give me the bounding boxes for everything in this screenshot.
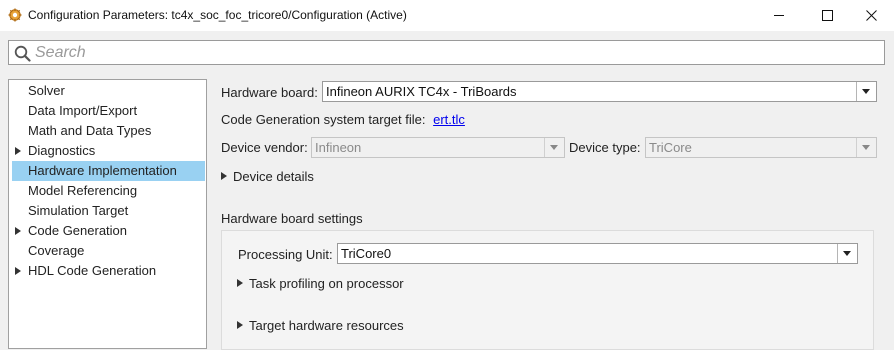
tree-item-label: Math and Data Types — [28, 123, 152, 138]
device-type-label: Device type: — [569, 140, 641, 155]
search-box[interactable] — [8, 40, 885, 65]
task-profiling-expander[interactable]: Task profiling on processor — [237, 276, 404, 291]
processing-unit-label: Processing Unit: — [238, 247, 333, 262]
device-details-expander[interactable]: Device details — [221, 169, 314, 184]
category-tree: Solver Data Import/Export Math and Data … — [8, 79, 207, 349]
expand-arrow-icon — [237, 321, 243, 329]
target-file-link[interactable]: ert.tlc — [433, 112, 465, 127]
expand-arrow-icon — [221, 172, 227, 180]
tree-item-solver[interactable]: Solver — [12, 81, 205, 101]
expand-arrow-icon — [237, 279, 243, 287]
target-file-label-text: Code Generation system target file: — [221, 112, 426, 127]
tree-item-data-import-export[interactable]: Data Import/Export — [12, 101, 205, 121]
board-settings-title: Hardware board settings — [221, 211, 363, 226]
tree-item-code-generation[interactable]: Code Generation — [12, 221, 205, 241]
device-vendor-value: Infineon — [315, 140, 362, 155]
hardware-board-value: Infineon AURIX TC4x - TriBoards — [326, 84, 517, 99]
search-input[interactable] — [35, 42, 875, 63]
tree-item-math-and-data-types[interactable]: Math and Data Types — [12, 121, 205, 141]
chevron-down-icon[interactable] — [837, 244, 857, 263]
tree-item-label: Hardware Implementation — [28, 163, 177, 178]
tree-item-label: Data Import/Export — [28, 103, 138, 118]
tree-item-coverage[interactable]: Coverage — [12, 241, 205, 261]
target-file-label: Code Generation system target file: ert.… — [221, 112, 465, 127]
tree-item-label: Simulation Target — [28, 203, 129, 218]
window-title: Configuration Parameters: tc4x_soc_foc_t… — [28, 8, 407, 22]
target-resources-label: Target hardware resources — [249, 318, 404, 333]
maximize-icon — [821, 10, 833, 21]
tree-item-simulation-target[interactable]: Simulation Target — [12, 201, 205, 221]
tree-item-model-referencing[interactable]: Model Referencing — [12, 181, 205, 201]
chevron-down-icon[interactable] — [544, 138, 564, 157]
expand-arrow-icon[interactable] — [15, 267, 21, 275]
processing-unit-value: TriCore0 — [341, 246, 392, 261]
device-vendor-dropdown[interactable]: Infineon — [311, 137, 565, 158]
device-vendor-label: Device vendor: — [221, 140, 308, 155]
target-resources-expander[interactable]: Target hardware resources — [237, 318, 404, 333]
tree-item-label: HDL Code Generation — [28, 263, 157, 278]
device-type-value: TriCore — [649, 140, 692, 155]
minimize-button[interactable] — [756, 0, 802, 31]
device-type-dropdown[interactable]: TriCore — [645, 137, 877, 158]
processing-unit-dropdown[interactable]: TriCore0 — [337, 243, 858, 264]
close-button[interactable] — [848, 0, 894, 31]
close-icon — [865, 10, 877, 21]
tree-item-label: Code Generation — [28, 223, 128, 238]
title-bar: Configuration Parameters: tc4x_soc_foc_t… — [0, 0, 894, 31]
maximize-button[interactable] — [804, 0, 850, 31]
tree-item-label: Diagnostics — [28, 143, 96, 158]
tree-item-diagnostics[interactable]: Diagnostics — [12, 141, 205, 161]
expand-arrow-icon[interactable] — [15, 227, 21, 235]
chevron-down-icon[interactable] — [856, 138, 876, 157]
tree-item-hdl-code-generation[interactable]: HDL Code Generation — [12, 261, 205, 281]
hardware-board-dropdown[interactable]: Infineon AURIX TC4x - TriBoards — [322, 81, 877, 102]
matlab-gear-icon — [8, 8, 22, 22]
tree-item-label: Solver — [28, 83, 65, 98]
tree-item-label: Coverage — [28, 243, 85, 258]
hardware-board-label: Hardware board: — [221, 85, 318, 100]
chevron-down-icon[interactable] — [856, 82, 876, 101]
expand-arrow-icon[interactable] — [15, 147, 21, 155]
search-icon — [14, 45, 31, 62]
tree-item-hardware-implementation[interactable]: Hardware Implementation — [12, 161, 205, 181]
device-details-label: Device details — [233, 169, 314, 184]
task-profiling-label: Task profiling on processor — [249, 276, 404, 291]
tree-item-label: Model Referencing — [28, 183, 138, 198]
minimize-icon — [773, 15, 784, 16]
